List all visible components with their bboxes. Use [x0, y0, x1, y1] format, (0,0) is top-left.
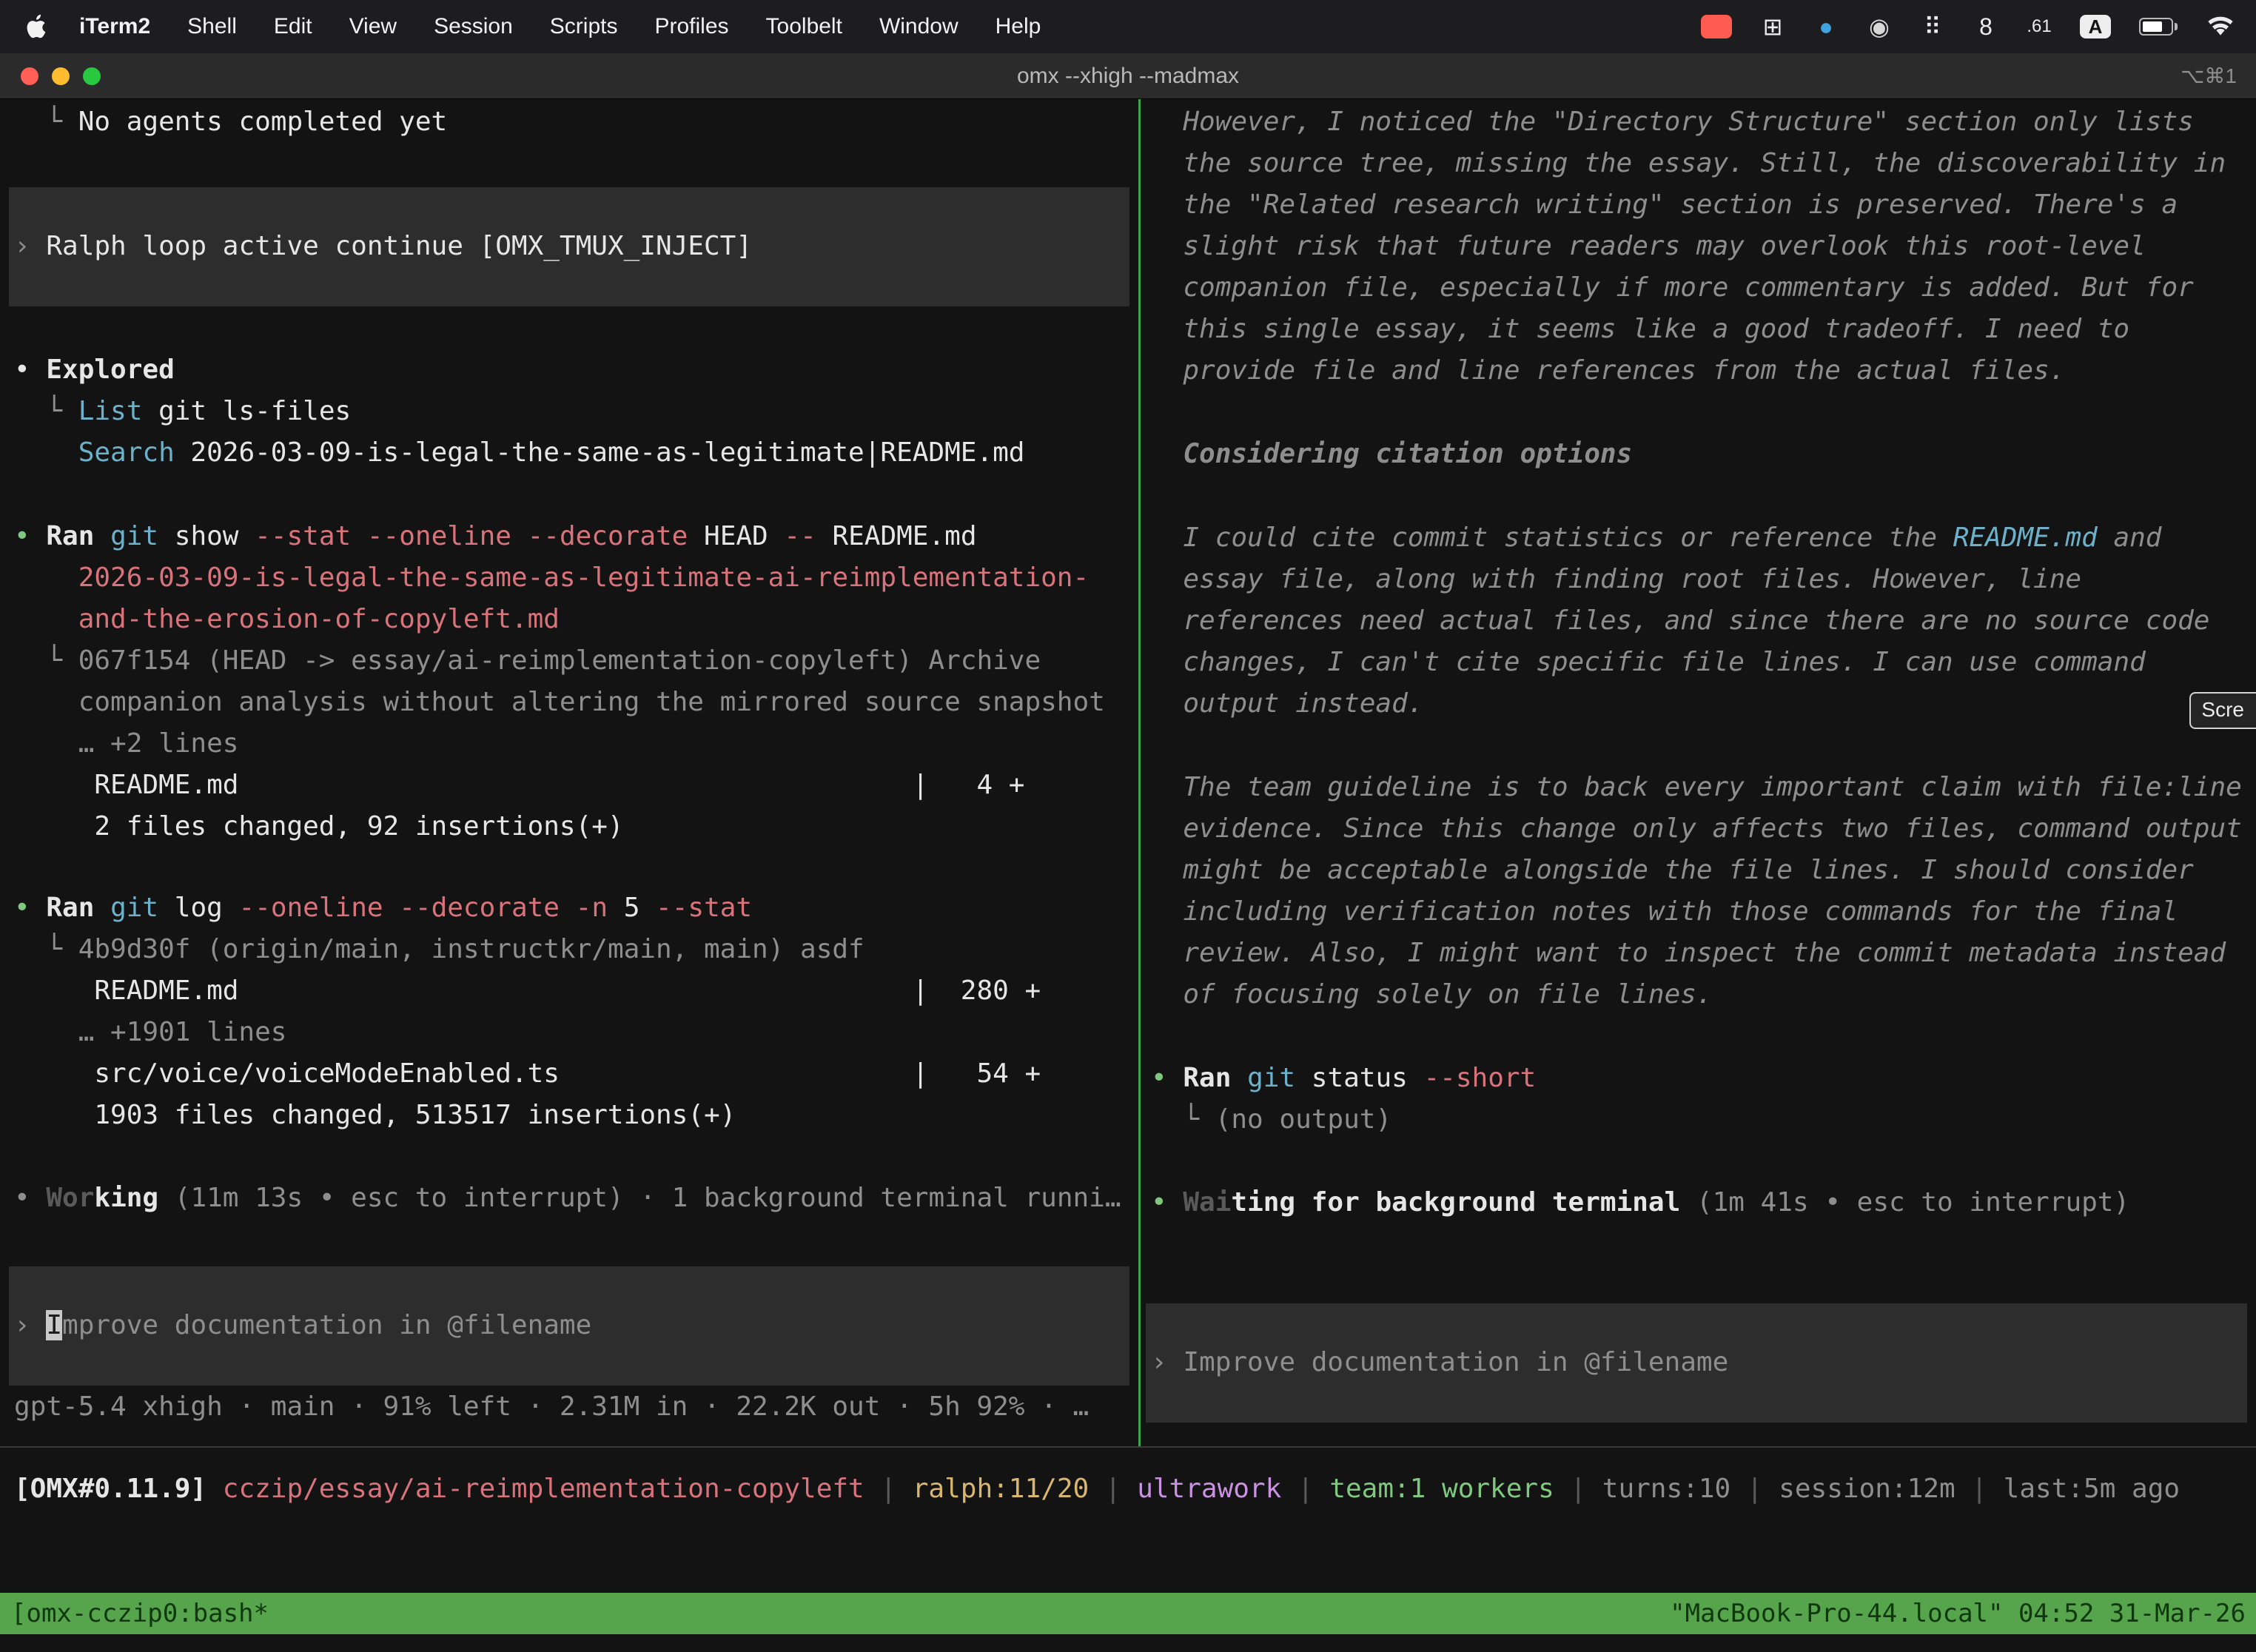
menu-shell[interactable]: Shell	[169, 14, 255, 39]
prompt-input[interactable]: › Improve documentation in @filename	[9, 1266, 1129, 1386]
apple-icon[interactable]	[21, 13, 53, 41]
tmux-session-label: [omx-cczip0:bash*	[11, 1593, 269, 1634]
text-tool-icon[interactable]: A	[2080, 15, 2111, 38]
terminal-line: However, I noticed the "Directory Struct…	[1151, 101, 2256, 143]
terminal-line: └ 067f154 (HEAD -> essay/ai-reimplementa…	[14, 640, 1138, 682]
screen-share-indicator: Scre	[2189, 692, 2256, 729]
terminal-line: evidence. Since this change only affects…	[1151, 808, 2256, 850]
terminal-line: README.md | 280 +	[14, 970, 1138, 1012]
window-title-bar: omx --xhigh --madmax ⌥⌘1	[0, 53, 2256, 99]
terminal-line: … +1901 lines	[14, 1012, 1138, 1053]
agents-status-line: └ No agents completed yet	[14, 101, 1138, 143]
terminal-line: I could cite commit statistics or refere…	[1151, 517, 2256, 559]
tmux-status-bar: [omx-cczip0:bash* "MacBook-Pro-44.local"…	[0, 1593, 2256, 1634]
terminal-line: src/voice/voiceModeEnabled.ts | 54 +	[14, 1053, 1138, 1095]
terminal-window: └ No agents completed yet › Ralph loop ac…	[0, 99, 2256, 1652]
menu-session[interactable]: Session	[415, 14, 531, 39]
terminal-line: └ List git ls-files	[14, 391, 1138, 432]
omx-global-status: [OMX#0.11.9] cczip/essay/ai-reimplementa…	[14, 1468, 2256, 1510]
zoom-button[interactable]	[83, 67, 101, 85]
battery-icon[interactable]	[2139, 12, 2178, 41]
terminal-line: and-the-erosion-of-copyleft.md	[14, 599, 1138, 640]
terminal-line: including verification notes with those …	[1151, 891, 2256, 933]
terminal-line: output instead.	[1151, 683, 2256, 725]
battery-percent-icon[interactable]: .61	[2027, 12, 2052, 41]
terminal-line: review. Also, I might want to inspect th…	[1151, 933, 2256, 974]
working-status: • Working (11m 13s • esc to interrupt) ·…	[14, 1178, 1138, 1219]
input-source-icon[interactable]: 8	[1973, 12, 1998, 41]
menu-view[interactable]: View	[331, 14, 415, 39]
terminal-line: README.md | 4 +	[14, 765, 1138, 806]
window-grid-icon[interactable]: ⊞	[1760, 12, 1785, 41]
reasoning-heading: Considering citation options	[1151, 434, 2256, 475]
ralph-loop-banner: › Ralph loop active continue [OMX_TMUX_I…	[9, 187, 1129, 306]
menu-window[interactable]: Window	[861, 14, 977, 39]
text-cursor: I	[46, 1310, 62, 1340]
terminal-line: of focusing solely on file lines.	[1151, 974, 2256, 1015]
terminal-line: changes, I can't cite specific file line…	[1151, 642, 2256, 683]
wifi-icon[interactable]	[2206, 12, 2235, 41]
terminal-line: this single essay, it seems like a good …	[1151, 309, 2256, 350]
window-title: omx --xhigh --madmax	[1017, 64, 1239, 89]
terminal-line: 2 files changed, 92 insertions(+)	[14, 806, 1138, 847]
terminal-line: the "Related research writing" section i…	[1151, 184, 2256, 226]
terminal-line: Search 2026-03-09-is-legal-the-same-as-l…	[14, 432, 1138, 474]
menu-items: iTerm2ShellEditViewSessionScriptsProfile…	[61, 14, 1059, 39]
terminal-line: companion file, especially if more comme…	[1151, 267, 2256, 309]
macos-menu-bar: iTerm2ShellEditViewSessionScriptsProfile…	[0, 0, 2256, 53]
terminal-line: The team guideline is to back every impo…	[1151, 767, 2256, 808]
terminal-line: companion analysis without altering the …	[14, 682, 1138, 723]
menu-edit[interactable]: Edit	[255, 14, 331, 39]
menu-iterm2[interactable]: iTerm2	[61, 14, 169, 39]
omx-status-line: [OMX#0.11.9] cczip/essay/ai-reimplementa…	[14, 1468, 2256, 1510]
right-terminal-pane[interactable]: However, I noticed the "Directory Struct…	[1141, 99, 2256, 1446]
terminal-line: 2026-03-09-is-legal-the-same-as-legitima…	[14, 557, 1138, 599]
terminal-line: references need actual files, and since …	[1151, 600, 2256, 642]
waiting-status: • Waiting for background terminal (1m 41…	[1151, 1182, 2256, 1223]
terminal-line: … +2 lines	[14, 723, 1138, 765]
menu-profiles[interactable]: Profiles	[636, 14, 747, 39]
ran-git-log: • Ran git log --oneline --decorate -n 5 …	[14, 887, 1138, 929]
menu-status-icons: ⊞ ● ◉ ⠿ 8 .61 A	[1701, 12, 2235, 41]
ran-git-show: • Ran git show --stat --oneline --decora…	[14, 516, 1138, 557]
left-terminal-pane[interactable]: └ No agents completed yet › Ralph loop ac…	[0, 99, 1138, 1446]
status-separator	[0, 1446, 2256, 1448]
close-button[interactable]	[21, 67, 38, 85]
menu-toolbelt[interactable]: Toolbelt	[748, 14, 861, 39]
prompt-input[interactable]: › Improve documentation in @filename	[1146, 1303, 2247, 1423]
menu-help[interactable]: Help	[977, 14, 1060, 39]
minimize-button[interactable]	[52, 67, 70, 85]
screen-recording-icon[interactable]	[1701, 15, 1732, 38]
ran-git-status: • Ran git status --short	[1151, 1058, 2256, 1099]
terminal-line: └ 4b9d30f (origin/main, instructkr/main,…	[14, 929, 1138, 970]
terminal-line: slight risk that future readers may over…	[1151, 226, 2256, 267]
tab-shortcut-hint: ⌥⌘1	[2181, 64, 2237, 88]
terminal-line: 1903 files changed, 513517 insertions(+)	[14, 1095, 1138, 1136]
terminal-line: the source tree, missing the essay. Stil…	[1151, 143, 2256, 184]
record-circle-icon[interactable]: ◉	[1867, 12, 1892, 41]
terminal-line: └ (no output)	[1151, 1099, 2256, 1141]
dots-grid-icon[interactable]: ⠿	[1920, 12, 1945, 41]
terminal-line: essay file, along with finding root file…	[1151, 559, 2256, 600]
tmux-panes: └ No agents completed yet › Ralph loop ac…	[0, 99, 2256, 1446]
screen-share-label: Scre	[2201, 698, 2244, 721]
explored-header: • Explored	[14, 349, 1138, 391]
terminal-line: provide file and line references from th…	[1151, 350, 2256, 392]
session-stats: gpt-5.4 xhigh · main · 91% left · 2.31M …	[14, 1386, 1138, 1428]
menu-scripts[interactable]: Scripts	[531, 14, 637, 39]
tmux-host-clock: "MacBook-Pro-44.local" 04:52 31-Mar-26	[1670, 1593, 2246, 1634]
drop-icon[interactable]: ●	[1813, 12, 1839, 41]
terminal-line: might be acceptable alongside the file l…	[1151, 850, 2256, 891]
